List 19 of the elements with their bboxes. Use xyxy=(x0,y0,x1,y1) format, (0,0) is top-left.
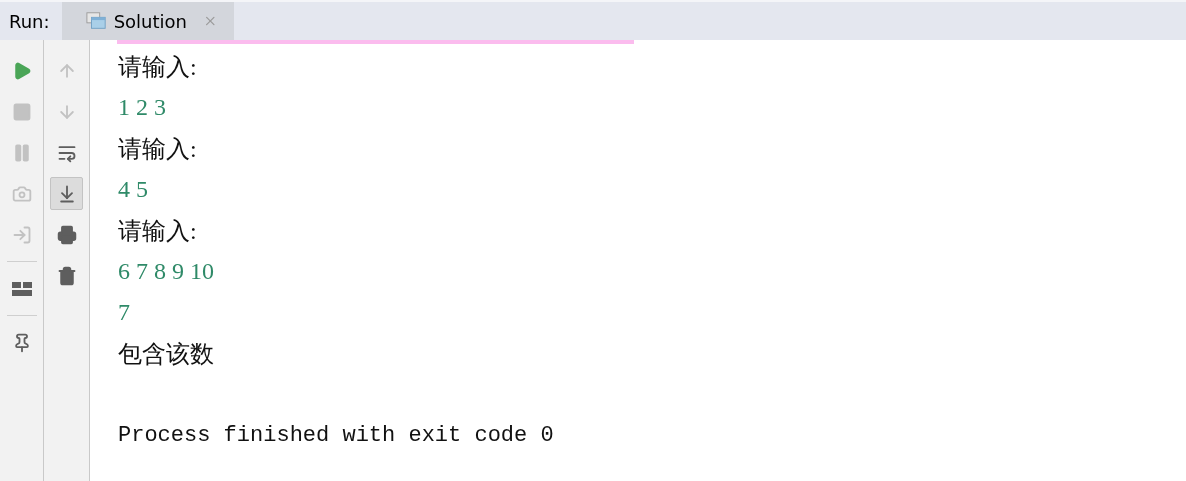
input-text: 7 xyxy=(118,299,130,326)
exit-icon xyxy=(11,224,32,245)
output-text: 请输入: xyxy=(118,52,197,82)
print-icon xyxy=(56,224,77,245)
run-tab[interactable]: Solution xyxy=(61,2,234,40)
run-label: Run: xyxy=(8,9,51,34)
input-text: 1 2 3 xyxy=(118,94,166,121)
process-message: Process finished with exit code 0 xyxy=(118,423,554,448)
output-text: 包含该数 xyxy=(118,339,214,369)
window-icon xyxy=(85,11,106,31)
input-text: 6 7 8 9 10 xyxy=(118,258,214,285)
layout-icon xyxy=(10,279,33,298)
output-text: 请输入: xyxy=(118,134,197,164)
scroll-to-end-button[interactable] xyxy=(50,177,83,210)
output-text: 请输入: xyxy=(118,216,197,246)
trash-icon xyxy=(56,265,77,286)
stop-icon xyxy=(11,101,32,122)
input-text: 4 5 xyxy=(118,176,148,203)
camera-icon xyxy=(11,183,32,204)
